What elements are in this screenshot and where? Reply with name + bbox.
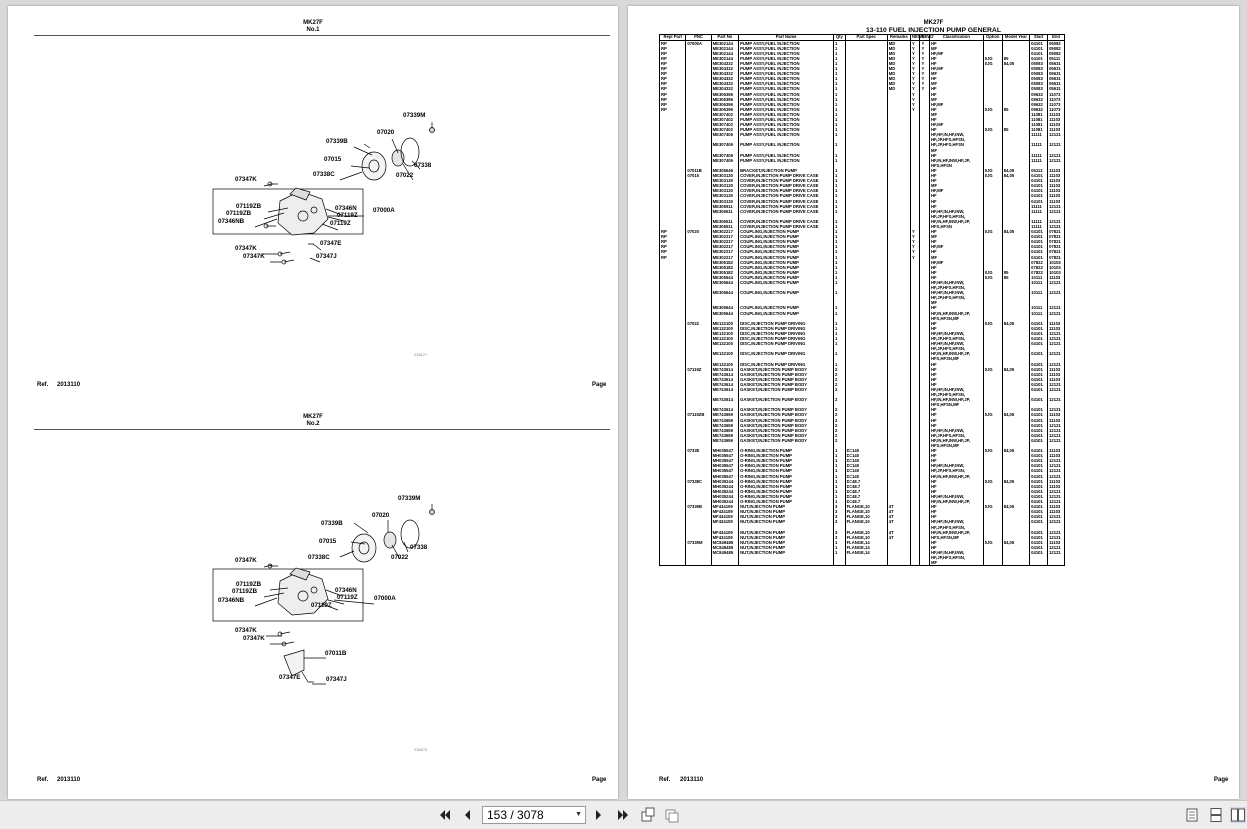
page-label: Page (1214, 777, 1229, 783)
continuous-view-icon[interactable] (1208, 807, 1224, 823)
table-cell (1029, 560, 1049, 567)
table-row: MF (659, 560, 1065, 567)
left-page: MK27F No.1 07339M 07020 07339B 07015 073… (8, 6, 618, 799)
part-label: 07000A (374, 595, 396, 602)
part-label: 07347J (326, 676, 347, 683)
table-cell (844, 560, 888, 567)
part-label: 07011B (325, 650, 347, 657)
table-cell (909, 560, 921, 567)
table-cell (738, 560, 835, 567)
table-cell: MF (928, 560, 984, 567)
first-page-icon[interactable] (436, 807, 454, 823)
exploded-diagram-2 (212, 504, 435, 685)
page-number-value: 153 / 3078 (487, 808, 544, 822)
part-label: 07347K (235, 557, 257, 564)
page-number-input[interactable]: 153 / 3078 ▼ (482, 806, 586, 824)
table-cell (685, 560, 712, 567)
ref-label: Ref. (37, 777, 49, 783)
table-cell (919, 560, 930, 567)
column-header: Option (982, 34, 1003, 41)
column-header: Model Year (1001, 34, 1031, 41)
table-cell (982, 560, 1003, 567)
table-cell (659, 560, 687, 567)
part-label: 07020 (372, 512, 390, 519)
image-id: 236673 (414, 747, 428, 752)
table-cell (1001, 560, 1031, 567)
table-body: RP 07000A ME302144 PUMP ASSY,FUEL INJECTION… (659, 40, 1065, 567)
column-header: Remarks (886, 34, 912, 41)
part-label: 07015 (319, 538, 337, 545)
ref-code: 2013110 (57, 777, 81, 783)
table-cell (1047, 560, 1065, 567)
single-page-view-icon[interactable] (1184, 807, 1200, 823)
prev-page-icon[interactable] (460, 807, 474, 823)
part-label: 07022 (391, 554, 409, 561)
right-page: MK27F 13-110 FUEL INJECTION PUMP GENERAL… (628, 6, 1239, 799)
part-label: 07347E (279, 674, 301, 681)
two-page-icon[interactable] (662, 807, 682, 823)
part-label: 07119Z (337, 594, 358, 601)
part-label: 07338C (308, 554, 330, 561)
ref-code: 2013110 (680, 777, 704, 783)
part-label: 07339B (321, 520, 343, 527)
part-label: 07119Z (311, 602, 332, 609)
part-label: 07347K (243, 635, 265, 642)
viewer-toolbar: 153 / 3078 ▼ (0, 800, 1247, 829)
part-label: 07347K (235, 627, 257, 634)
column-header: NEW2 (919, 34, 934, 41)
column-header: NEW1 (909, 34, 925, 41)
part-label: 07346NB (218, 597, 245, 604)
ref-label: Ref. (659, 777, 671, 783)
two-page-view-icon[interactable] (1230, 807, 1246, 823)
part-label: 07346N (335, 587, 357, 594)
section-title: 13-110 FUEL INJECTION PUMP GENERAL (866, 27, 1001, 34)
parts-table: Repl Part PNC Part No Part Name Qty Part Spec… (659, 34, 1065, 567)
model-header: MK27F (923, 20, 944, 26)
next-page-icon[interactable] (592, 807, 606, 823)
table-cell (833, 560, 846, 567)
rotate-page-icon[interactable] (638, 807, 658, 823)
part-label: 07119ZB (232, 588, 258, 595)
part-label: 07119ZB (236, 581, 262, 588)
table-cell (886, 560, 912, 567)
part-label: 07338 (410, 544, 428, 551)
last-page-icon[interactable] (614, 807, 632, 823)
part-label: 07339M (398, 495, 421, 502)
page-label: Page (592, 777, 607, 783)
parts-table-container: Repl Part PNC Part No Part Name Qty Part Spec… (659, 34, 1065, 780)
table-cell (710, 560, 740, 567)
chevron-down-icon[interactable]: ▼ (575, 807, 582, 823)
